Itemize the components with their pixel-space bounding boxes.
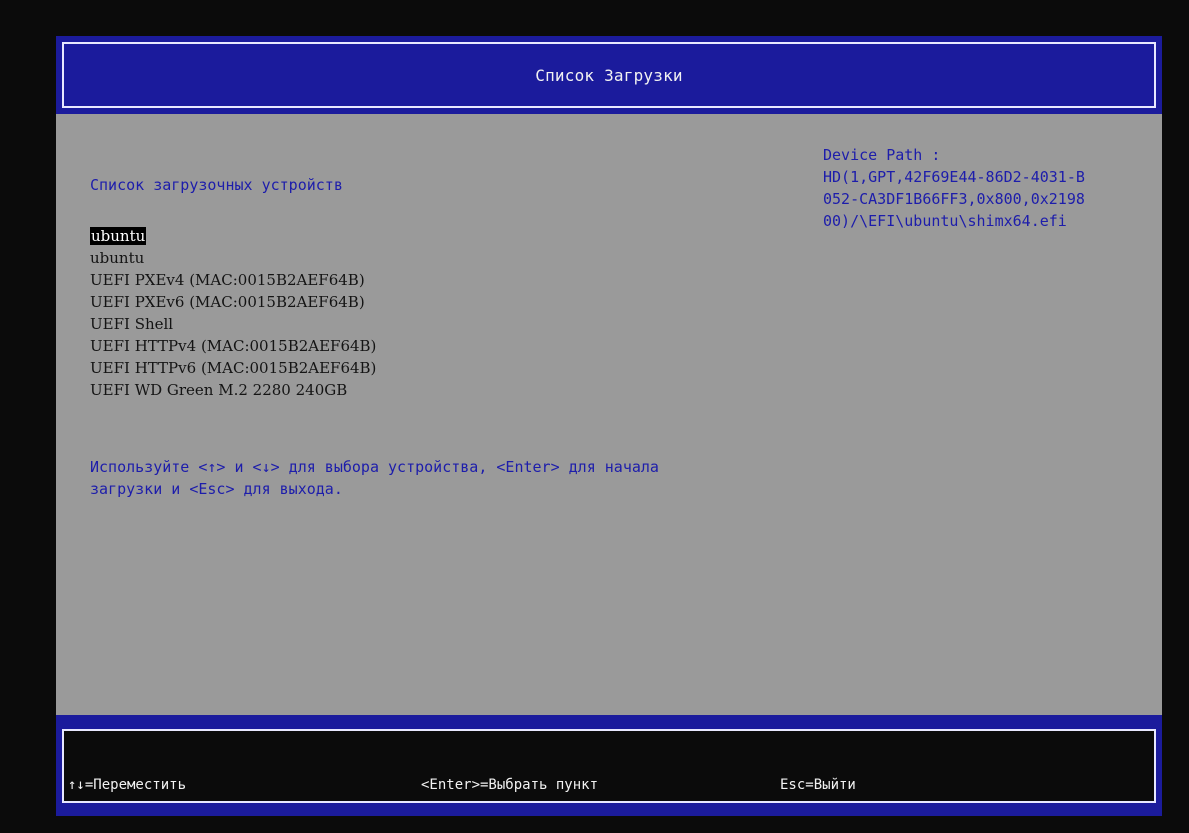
footer-frame: ↑↓=Переместить <Enter>=Выбрать пункт Esc…	[62, 729, 1156, 803]
boot-option-label: UEFI HTTPv4 (MAC:0015B2AEF64B)	[90, 337, 377, 355]
boot-option-pxev4[interactable]: UEFI PXEv4 (MAC:0015B2AEF64B)	[90, 269, 376, 291]
device-path-label: Device Path :	[823, 146, 941, 164]
device-path-value-line-2: 052-CA3DF1B66FF3,0x800,0x2198	[823, 190, 1085, 208]
boot-option-label: UEFI PXEv6 (MAC:0015B2AEF64B)	[90, 293, 365, 311]
footer-select-hint: <Enter>=Выбрать пункт	[421, 777, 599, 793]
page-title: Список Загрузки	[535, 65, 683, 85]
device-path-value-line-3: 00)/\EFI\ubuntu\shimx64.efi	[823, 212, 1067, 230]
device-path-value-line-1: HD(1,GPT,42F69E44-86D2-4031-B	[823, 168, 1085, 186]
boot-option-ubuntu-2[interactable]: ubuntu	[90, 247, 376, 269]
header-frame: Список Загрузки	[62, 42, 1156, 108]
boot-option-ubuntu-1[interactable]: ubuntu	[90, 225, 376, 247]
boot-device-list-heading: Список загрузочных устройств	[90, 176, 343, 194]
footer-move-hint: ↑↓=Переместить	[68, 777, 187, 793]
boot-option-label: UEFI HTTPv6 (MAC:0015B2AEF64B)	[90, 359, 377, 377]
navigation-help-text: Используйте <↑> и <↓> для выбора устройс…	[90, 456, 810, 500]
boot-option-pxev6[interactable]: UEFI PXEv6 (MAC:0015B2AEF64B)	[90, 291, 376, 313]
help-line-1: Используйте <↑> и <↓> для выбора устройс…	[90, 458, 659, 476]
boot-option-label: ubuntu	[90, 227, 147, 245]
boot-option-httpv4[interactable]: UEFI HTTPv4 (MAC:0015B2AEF64B)	[90, 335, 376, 357]
boot-option-wd-green[interactable]: UEFI WD Green M.2 2280 240GB	[90, 379, 376, 401]
boot-option-uefi-shell[interactable]: UEFI Shell	[90, 313, 376, 335]
boot-option-httpv6[interactable]: UEFI HTTPv6 (MAC:0015B2AEF64B)	[90, 357, 376, 379]
boot-device-list: ubuntu ubuntu UEFI PXEv4 (MAC:0015B2AEF6…	[90, 225, 376, 401]
header-bar: Список Загрузки	[56, 36, 1162, 114]
boot-option-label: UEFI WD Green M.2 2280 240GB	[90, 381, 348, 399]
boot-option-label: UEFI Shell	[90, 315, 174, 333]
footer-bar: ↑↓=Переместить <Enter>=Выбрать пункт Esc…	[56, 715, 1162, 816]
boot-option-label: UEFI PXEv4 (MAC:0015B2AEF64B)	[90, 271, 365, 289]
help-line-2: загрузки и <Esc> для выхода.	[90, 480, 343, 498]
boot-option-label: ubuntu	[90, 249, 145, 267]
boot-menu-screen: Список Загрузки Список загрузочных устро…	[56, 36, 1162, 816]
device-path-panel: Device Path : HD(1,GPT,42F69E44-86D2-403…	[823, 144, 1159, 232]
footer-exit-hint: Esc=Выйти	[780, 777, 856, 793]
